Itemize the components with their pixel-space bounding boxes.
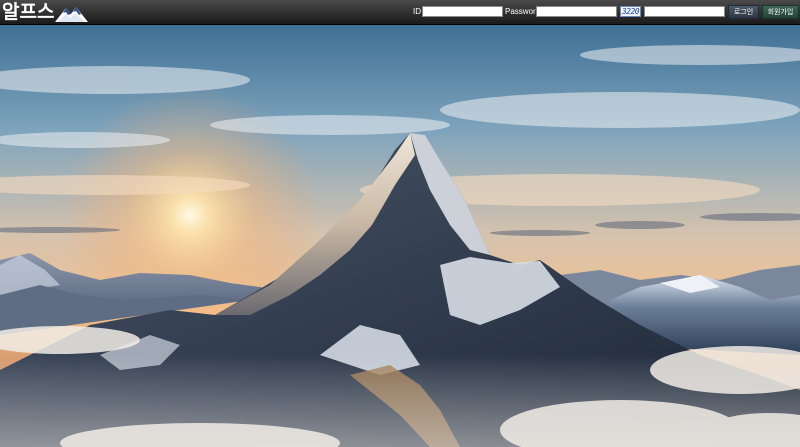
captcha-input[interactable]: [644, 6, 725, 17]
site-logo[interactable]: 알프스: [2, 0, 89, 24]
id-label: ID: [413, 7, 421, 16]
logo-text: 알프스: [2, 1, 55, 23]
mountain-icon: [55, 6, 89, 22]
login-button[interactable]: 로그인: [728, 5, 759, 19]
hero-background: [0, 25, 800, 447]
password-label: Password: [505, 7, 541, 16]
id-input[interactable]: [422, 6, 503, 17]
top-bar: 알프스 ID Password 3220 로그인 회원가입: [0, 0, 800, 25]
signup-button[interactable]: 회원가입: [762, 5, 799, 19]
password-input[interactable]: [536, 6, 617, 17]
captcha-image: 3220: [620, 6, 641, 17]
mountain-landscape: [0, 25, 800, 447]
login-form: ID Password 3220 로그인 회원가입: [400, 0, 800, 24]
